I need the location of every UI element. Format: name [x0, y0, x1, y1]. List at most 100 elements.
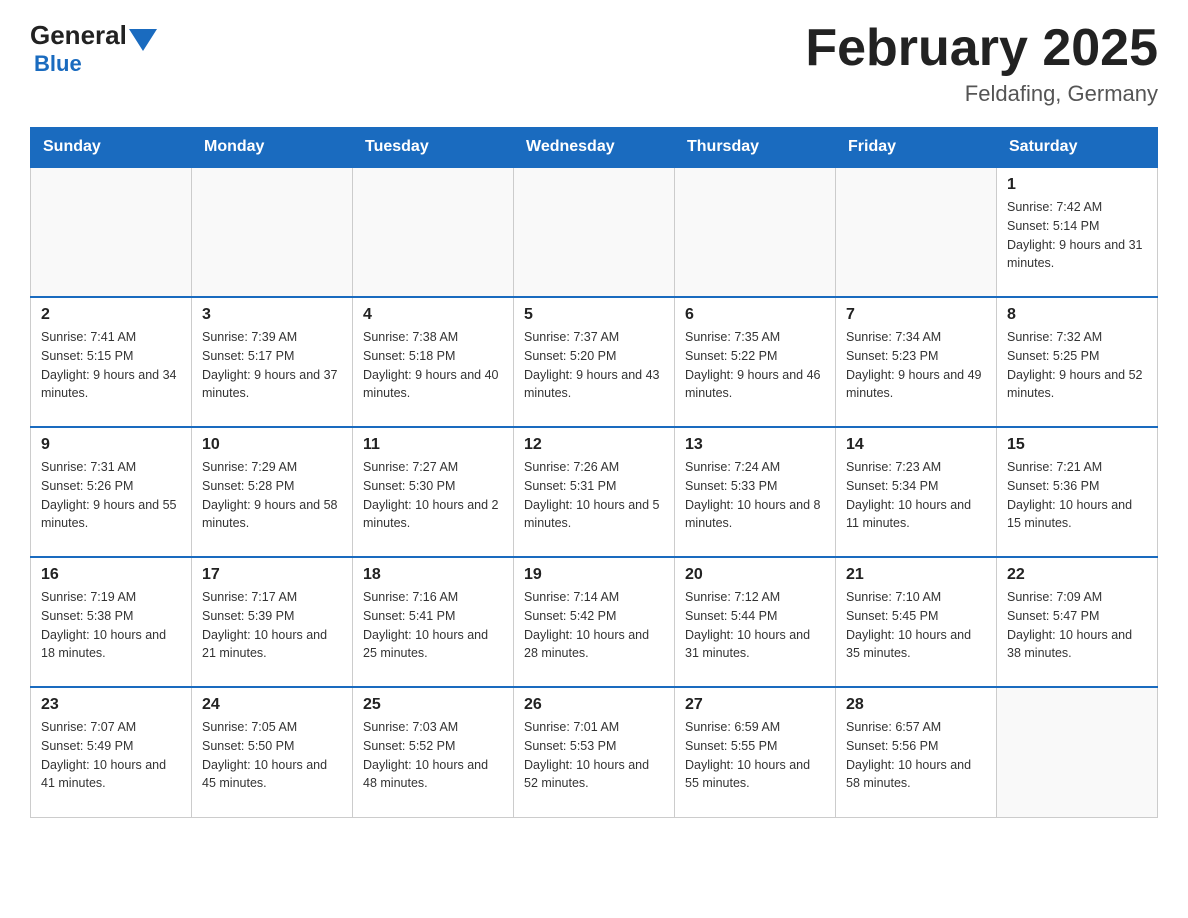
col-wednesday: Wednesday [514, 128, 675, 168]
day-number: 2 [41, 306, 181, 324]
calendar-cell: 19 Sunrise: 7:14 AMSunset: 5:42 PMDayligh… [514, 557, 675, 687]
day-info: Sunrise: 7:09 AMSunset: 5:47 PMDaylight:… [1007, 588, 1147, 663]
day-number: 10 [202, 436, 342, 454]
day-info: Sunrise: 7:10 AMSunset: 5:45 PMDaylight:… [846, 588, 986, 663]
day-info: Sunrise: 7:14 AMSunset: 5:42 PMDaylight:… [524, 588, 664, 663]
day-info: Sunrise: 7:01 AMSunset: 5:53 PMDaylight:… [524, 718, 664, 793]
day-number: 22 [1007, 566, 1147, 584]
day-info: Sunrise: 7:42 AMSunset: 5:14 PMDaylight:… [1007, 198, 1147, 273]
calendar-cell: 25 Sunrise: 7:03 AMSunset: 5:52 PMDayligh… [353, 687, 514, 817]
title-block: February 2025 Feldafing, Germany [805, 20, 1158, 107]
month-title: February 2025 [805, 20, 1158, 77]
calendar-cell: 21 Sunrise: 7:10 AMSunset: 5:45 PMDayligh… [836, 557, 997, 687]
week-row-2: 2 Sunrise: 7:41 AMSunset: 5:15 PMDaylight… [31, 297, 1158, 427]
day-number: 15 [1007, 436, 1147, 454]
calendar-cell: 26 Sunrise: 7:01 AMSunset: 5:53 PMDayligh… [514, 687, 675, 817]
calendar-cell: 14 Sunrise: 7:23 AMSunset: 5:34 PMDayligh… [836, 427, 997, 557]
day-info: Sunrise: 7:21 AMSunset: 5:36 PMDaylight:… [1007, 458, 1147, 533]
calendar-cell: 27 Sunrise: 6:59 AMSunset: 5:55 PMDayligh… [675, 687, 836, 817]
day-number: 4 [363, 306, 503, 324]
calendar-cell: 17 Sunrise: 7:17 AMSunset: 5:39 PMDayligh… [192, 557, 353, 687]
calendar-cell: 11Sunrise: 7:27 AMSunset: 5:30 PMDayligh… [353, 427, 514, 557]
calendar-cell: 10 Sunrise: 7:29 AMSunset: 5:28 PMDayligh… [192, 427, 353, 557]
day-number: 1 [1007, 176, 1147, 194]
logo-top: General [30, 20, 159, 51]
day-info: Sunrise: 7:23 AMSunset: 5:34 PMDaylight:… [846, 458, 986, 533]
calendar-cell [836, 167, 997, 297]
calendar-cell: 28Sunrise: 6:57 AMSunset: 5:56 PMDayligh… [836, 687, 997, 817]
calendar-cell: 7Sunrise: 7:34 AMSunset: 5:23 PMDaylight… [836, 297, 997, 427]
day-info: Sunrise: 7:12 AMSunset: 5:44 PMDaylight:… [685, 588, 825, 663]
calendar-cell: 22 Sunrise: 7:09 AMSunset: 5:47 PMDayligh… [997, 557, 1158, 687]
calendar-cell: 3Sunrise: 7:39 AMSunset: 5:17 PMDaylight… [192, 297, 353, 427]
day-info: Sunrise: 7:29 AMSunset: 5:28 PMDaylight:… [202, 458, 342, 533]
logo-blue-text: Blue [34, 51, 82, 77]
location-text: Feldafing, Germany [805, 81, 1158, 107]
col-friday: Friday [836, 128, 997, 168]
day-info: Sunrise: 7:07 AMSunset: 5:49 PMDaylight:… [41, 718, 181, 793]
col-sunday: Sunday [31, 128, 192, 168]
day-number: 20 [685, 566, 825, 584]
day-number: 5 [524, 306, 664, 324]
day-info: Sunrise: 7:38 AMSunset: 5:18 PMDaylight:… [363, 328, 503, 403]
day-number: 14 [846, 436, 986, 454]
calendar-cell: 9 Sunrise: 7:31 AMSunset: 5:26 PMDaylight… [31, 427, 192, 557]
day-info: Sunrise: 7:35 AMSunset: 5:22 PMDaylight:… [685, 328, 825, 403]
calendar-cell [675, 167, 836, 297]
calendar-cell [997, 687, 1158, 817]
day-number: 28 [846, 696, 986, 714]
day-number: 27 [685, 696, 825, 714]
day-number: 6 [685, 306, 825, 324]
calendar-header-row: Sunday Monday Tuesday Wednesday Thursday… [31, 128, 1158, 168]
day-number: 17 [202, 566, 342, 584]
calendar-cell: 6 Sunrise: 7:35 AMSunset: 5:22 PMDaylight… [675, 297, 836, 427]
day-info: Sunrise: 7:41 AMSunset: 5:15 PMDaylight:… [41, 328, 181, 403]
day-info: Sunrise: 6:59 AMSunset: 5:55 PMDaylight:… [685, 718, 825, 793]
calendar-cell: 13 Sunrise: 7:24 AMSunset: 5:33 PMDayligh… [675, 427, 836, 557]
col-tuesday: Tuesday [353, 128, 514, 168]
day-info: Sunrise: 7:03 AMSunset: 5:52 PMDaylight:… [363, 718, 503, 793]
week-row-3: 9 Sunrise: 7:31 AMSunset: 5:26 PMDaylight… [31, 427, 1158, 557]
calendar-cell [192, 167, 353, 297]
calendar-cell: 24Sunrise: 7:05 AMSunset: 5:50 PMDayligh… [192, 687, 353, 817]
day-number: 7 [846, 306, 986, 324]
page-header: General Blue February 2025 Feldafing, Ge… [30, 20, 1158, 107]
day-info: Sunrise: 7:24 AMSunset: 5:33 PMDaylight:… [685, 458, 825, 533]
day-number: 21 [846, 566, 986, 584]
day-number: 12 [524, 436, 664, 454]
calendar-cell: 18 Sunrise: 7:16 AMSunset: 5:41 PMDayligh… [353, 557, 514, 687]
calendar-cell: 2 Sunrise: 7:41 AMSunset: 5:15 PMDaylight… [31, 297, 192, 427]
calendar-cell: 1 Sunrise: 7:42 AMSunset: 5:14 PMDaylight… [997, 167, 1158, 297]
day-number: 18 [363, 566, 503, 584]
day-number: 9 [41, 436, 181, 454]
calendar-cell [31, 167, 192, 297]
day-number: 23 [41, 696, 181, 714]
day-info: Sunrise: 7:05 AMSunset: 5:50 PMDaylight:… [202, 718, 342, 793]
day-number: 26 [524, 696, 664, 714]
day-number: 19 [524, 566, 664, 584]
day-info: Sunrise: 7:32 AMSunset: 5:25 PMDaylight:… [1007, 328, 1147, 403]
day-info: Sunrise: 7:16 AMSunset: 5:41 PMDaylight:… [363, 588, 503, 663]
calendar-cell: 15 Sunrise: 7:21 AMSunset: 5:36 PMDayligh… [997, 427, 1158, 557]
calendar-cell: 5 Sunrise: 7:37 AMSunset: 5:20 PMDaylight… [514, 297, 675, 427]
col-saturday: Saturday [997, 128, 1158, 168]
col-thursday: Thursday [675, 128, 836, 168]
day-number: 8 [1007, 306, 1147, 324]
day-info: Sunrise: 7:39 AMSunset: 5:17 PMDaylight:… [202, 328, 342, 403]
logo-triangle-icon [129, 29, 157, 51]
day-info: Sunrise: 7:17 AMSunset: 5:39 PMDaylight:… [202, 588, 342, 663]
week-row-5: 23 Sunrise: 7:07 AMSunset: 5:49 PMDayligh… [31, 687, 1158, 817]
day-info: Sunrise: 7:31 AMSunset: 5:26 PMDaylight:… [41, 458, 181, 533]
logo-general-text: General [30, 20, 127, 51]
day-info: Sunrise: 7:26 AMSunset: 5:31 PMDaylight:… [524, 458, 664, 533]
calendar-cell [514, 167, 675, 297]
calendar-cell: 4 Sunrise: 7:38 AMSunset: 5:18 PMDaylight… [353, 297, 514, 427]
day-number: 13 [685, 436, 825, 454]
col-monday: Monday [192, 128, 353, 168]
day-number: 16 [41, 566, 181, 584]
day-info: Sunrise: 7:37 AMSunset: 5:20 PMDaylight:… [524, 328, 664, 403]
calendar-cell: 12 Sunrise: 7:26 AMSunset: 5:31 PMDayligh… [514, 427, 675, 557]
day-number: 25 [363, 696, 503, 714]
week-row-1: 1 Sunrise: 7:42 AMSunset: 5:14 PMDaylight… [31, 167, 1158, 297]
week-row-4: 16Sunrise: 7:19 AMSunset: 5:38 PMDayligh… [31, 557, 1158, 687]
